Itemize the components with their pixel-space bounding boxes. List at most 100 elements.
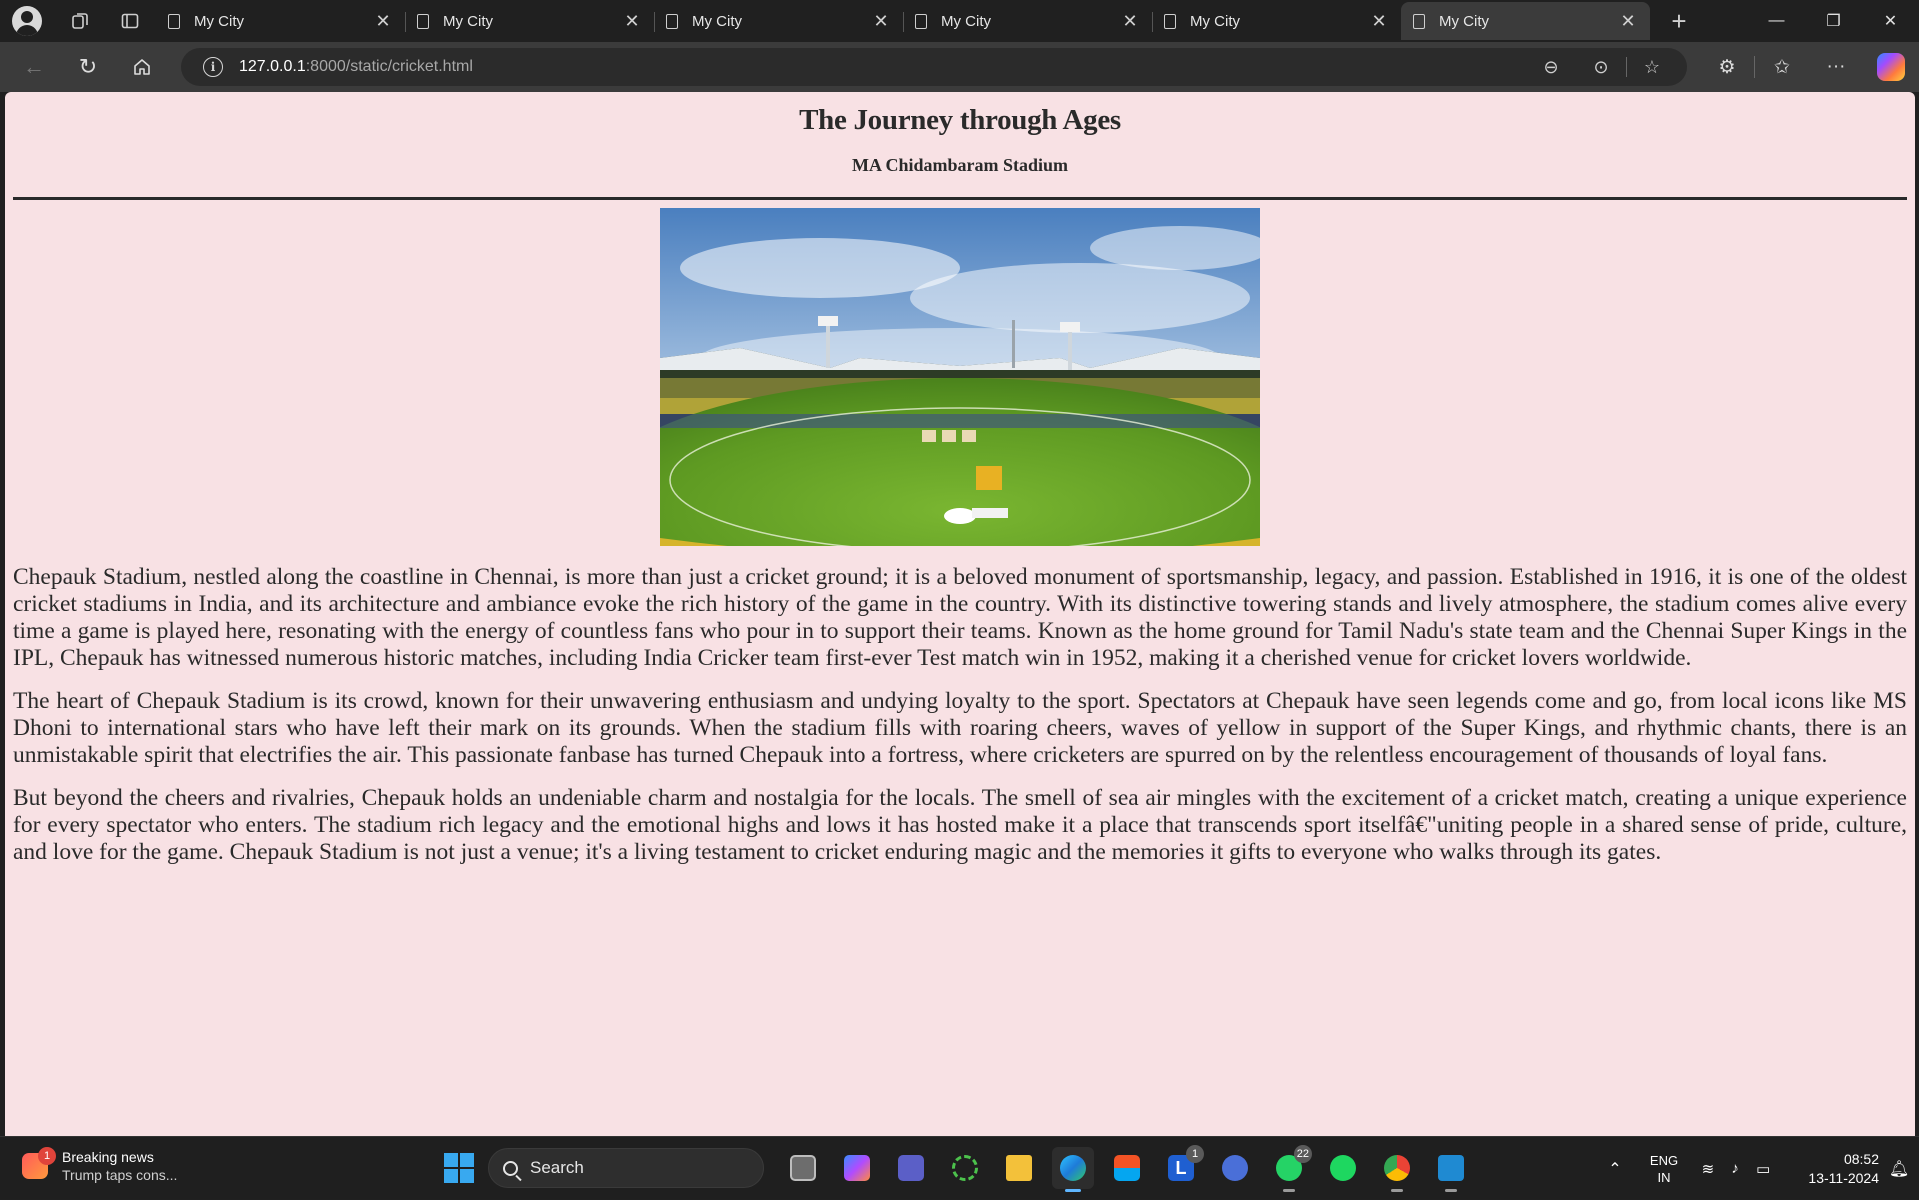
running-indicator [1391,1189,1403,1192]
tab-my-city-4[interactable]: My City ✕ [903,2,1152,40]
file-explorer-icon[interactable] [998,1147,1040,1189]
document-icon [168,13,180,29]
document-icon [417,13,429,29]
close-tab-icon[interactable]: ✕ [1369,11,1389,32]
document-icon [1164,13,1176,29]
tab-title: My City [692,12,742,30]
search-icon [503,1160,518,1176]
news-title: Breaking news [62,1149,154,1165]
tab-my-city-2[interactable]: My City ✕ [405,2,654,40]
l-app-icon[interactable]: L1 [1160,1145,1204,1189]
back-button[interactable]: ← [14,47,54,87]
copilot-taskbar-icon[interactable] [836,1147,878,1189]
tab-title: My City [941,12,991,30]
stadium-illustration [660,208,1260,546]
minimize-button[interactable]: — [1748,0,1805,42]
running-indicator [1445,1189,1457,1192]
news-text: Breaking news Trump taps cons... [62,1149,177,1183]
tab-my-city-active[interactable]: My City ✕ [1401,2,1650,40]
page-title: The Journey through Ages [799,104,1121,136]
browser-toolbar: ← ↻ i 127.0.0.1:8000/static/cricket.html… [0,42,1919,92]
close-window-button[interactable]: ✕ [1862,0,1919,42]
paragraph-crowd: The heart of Chepauk Stadium is its crow… [13,688,1907,768]
page-viewport: The Journey through Ages MA Chidambaram … [5,92,1915,1136]
article-body: Chepauk Stadium, nestled along the coast… [5,564,1915,866]
show-hidden-icons-chevron-up-icon[interactable]: ⌃ [1595,1159,1635,1179]
app-badge: 22 [1293,1145,1312,1163]
home-button[interactable] [122,47,162,87]
spotify-icon[interactable] [1322,1147,1364,1189]
language-indicator[interactable]: ENG IN [1635,1152,1693,1186]
quick-settings[interactable]: ≋ ♪ ▭ [1693,1160,1779,1178]
running-indicator [1283,1189,1295,1192]
close-tab-icon[interactable]: ✕ [373,11,393,32]
task-view-icon[interactable] [782,1147,824,1189]
language-code: ENG [1649,1152,1679,1168]
taskbar-search[interactable]: Search [488,1148,764,1188]
extensions-icon[interactable]: ⚙ [1700,56,1754,79]
close-tab-icon[interactable]: ✕ [1120,11,1140,32]
close-tab-icon[interactable]: ✕ [1618,11,1638,32]
tab-my-city-3[interactable]: My City ✕ [654,2,903,40]
tab-title: My City [1439,12,1489,30]
tab-title: My City [443,12,493,30]
close-tab-icon[interactable]: ✕ [871,11,891,32]
chrome-icon[interactable] [1376,1147,1418,1192]
tab-title: My City [194,12,244,30]
start-button-windows-icon[interactable] [444,1153,474,1183]
news-widget[interactable]: 1 Breaking news Trump taps cons... [22,1147,177,1183]
favorites-icon[interactable]: ✩ [1755,56,1809,79]
tab-list: My City ✕ My City ✕ My City ✕ My City ✕ … [156,0,1650,42]
horizontal-rule [13,197,1907,200]
site-info-icon[interactable]: i [203,57,223,77]
teams-icon[interactable] [890,1147,932,1189]
page-subtitle: MA Chidambaram Stadium [851,155,1069,175]
document-icon [666,13,678,29]
tab-my-city-5[interactable]: My City ✕ [1152,2,1401,40]
vscode-icon[interactable] [1430,1147,1472,1192]
triangle-app-icon[interactable] [1214,1147,1256,1189]
stadium-image [660,208,1260,546]
clock-time: 08:52 [1843,1150,1879,1167]
tab-my-city-1[interactable]: My City ✕ [156,2,405,40]
more-menu-icon[interactable]: ··· [1809,56,1863,78]
whatsapp-icon[interactable]: 22 [1268,1145,1312,1192]
profile-avatar-icon[interactable] [12,6,42,36]
tab-title: My City [1190,12,1240,30]
active-indicator [1065,1189,1081,1192]
zoom-out-icon[interactable]: ⊖ [1526,57,1576,78]
new-tab-button[interactable]: + [1664,6,1694,37]
document-icon [1413,13,1425,29]
tab-actions-icon[interactable] [118,9,142,33]
url-text[interactable]: 127.0.0.1:8000/static/cricket.html [239,58,473,76]
address-bar-actions: ⊖ ⊙ ☆ [1526,48,1677,86]
home-icon [134,59,150,75]
refresh-button[interactable]: ↻ [68,47,108,87]
paragraph-nostalgia: But beyond the cheers and rivalries, Che… [13,785,1907,865]
close-tab-icon[interactable]: ✕ [622,11,642,32]
window-controls: — ❐ ✕ [1748,0,1919,42]
copilot-icon[interactable] [1877,53,1905,81]
clock[interactable]: 08:52 13-11-2024 [1779,1150,1879,1188]
document-icon [915,13,927,29]
workspaces-icon[interactable] [68,9,92,33]
address-bar[interactable]: i 127.0.0.1:8000/static/cricket.html ⊖ ⊙… [181,48,1687,86]
news-badge: 1 [38,1147,56,1165]
windows-taskbar: 1 Breaking news Trump taps cons... Searc… [0,1136,1919,1199]
news-subtitle: Trump taps cons... [62,1167,178,1183]
restore-button[interactable]: ❐ [1805,0,1862,42]
system-tray: ⌃ ENG IN ≋ ♪ ▭ 08:52 13-11-2024 🔔︎ [1595,1137,1919,1200]
tab-strip: My City ✕ My City ✕ My City ✕ My City ✕ … [0,0,1919,42]
taskbar-apps: Search L1 22 [444,1145,1478,1192]
paragraph-history: Chepauk Stadium, nestled along the coast… [13,564,1907,671]
toolbar-right-actions: ⚙ ✩ ··· [1700,42,1919,92]
notifications-bell-icon[interactable]: 🔔︎ [1879,1159,1919,1179]
green-ring-app-icon[interactable] [944,1147,986,1189]
search-label: Search [530,1158,584,1177]
edge-icon[interactable] [1052,1147,1094,1192]
immersive-reader-icon[interactable]: ⊙ [1576,57,1626,78]
app-badge: 1 [1186,1145,1204,1163]
microsoft-store-icon[interactable] [1106,1147,1148,1189]
favorite-star-icon[interactable]: ☆ [1627,57,1677,78]
battery-icon: ▭ [1756,1160,1771,1178]
